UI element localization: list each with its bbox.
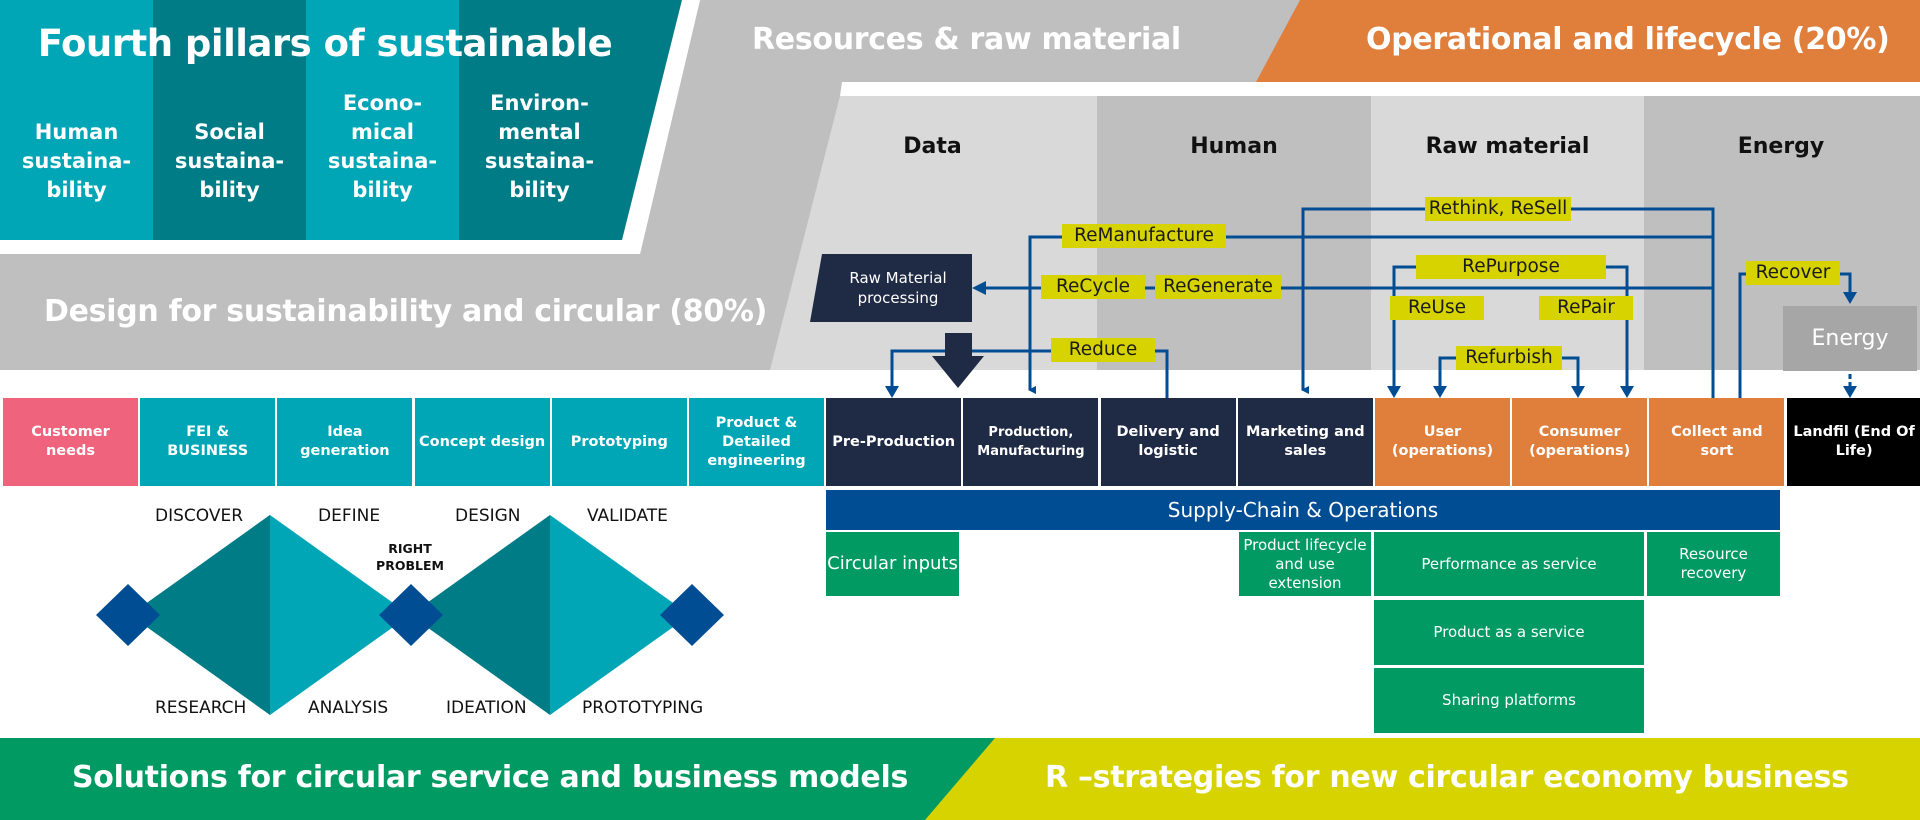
arrowhead <box>1571 386 1585 398</box>
process-step: Landfil (End Of Life) <box>1786 398 1920 486</box>
rtag-regenerate: ReGenerate <box>1155 275 1281 299</box>
milestone-start-icon <box>96 584 160 646</box>
down-arrow-icon <box>932 333 984 388</box>
process-step: Pre-Production <box>826 398 962 486</box>
dd-label-design: DESIGN <box>455 506 521 526</box>
process-step: Marketing and sales <box>1237 398 1373 486</box>
arrowhead <box>885 386 899 398</box>
business-model-circular-inputs: Circular inputs <box>826 532 959 596</box>
dd-label-analysis: ANALYSIS <box>308 698 389 718</box>
process-step: Delivery and logistic <box>1100 398 1236 486</box>
rtag-reduce: Reduce <box>1051 338 1155 362</box>
arrowhead <box>1387 386 1401 398</box>
connector-recover <box>1738 272 1852 398</box>
rtag-repurpose: RePurpose <box>1416 255 1606 279</box>
rtag-recover: Recover <box>1746 261 1840 285</box>
rstrategies-band-title: R –strategies for new circular economy b… <box>1045 760 1849 795</box>
rtag-remanufacture: ReManufacture <box>1062 224 1226 248</box>
milestone-right-problem-icon <box>379 584 443 646</box>
dd-label-validate: VALIDATE <box>587 506 668 526</box>
business-model-performance-as-service: Performance as service <box>1374 532 1644 596</box>
dd-label-research: RESEARCH <box>155 698 247 718</box>
dd-label-ideation: IDEATION <box>446 698 527 718</box>
rtag-recycle: ReCycle <box>1041 275 1145 299</box>
business-model-sharing-platforms: Sharing platforms <box>1374 668 1644 733</box>
connector-repurpose <box>1392 265 1629 390</box>
dd-label-prototyping: PROTOTYPING <box>582 698 704 718</box>
business-model-product-as-service: Product as a service <box>1374 600 1644 665</box>
rtag-repair: RePair <box>1539 296 1633 320</box>
rtag-rethink-resell: Rethink, ReSell <box>1425 197 1571 221</box>
business-model-resource-recovery: Resource recovery <box>1647 532 1780 596</box>
process-step: Consumer (operations) <box>1512 398 1648 486</box>
arrowhead <box>1433 386 1447 398</box>
process-step: Production, Manufacturing <box>963 398 1099 486</box>
supply-chain-bar: Supply-Chain & Operations <box>826 490 1780 530</box>
milestone-end-icon <box>660 584 724 646</box>
arrowhead <box>1843 292 1857 304</box>
double-diamond <box>96 515 724 715</box>
process-step: User (operations) <box>1375 398 1510 486</box>
arrowhead <box>1620 386 1634 398</box>
dd-label-discover: DISCOVER <box>155 506 244 526</box>
right-problem-label: RIGHT PROBLEM <box>376 541 444 573</box>
rtag-refurbish: Refurbish <box>1456 346 1562 370</box>
dd-label-define: DEFINE <box>318 506 381 526</box>
process-step: Collect and sort <box>1649 398 1785 486</box>
business-model-product-lifecycle: Product lifecycle and use extension <box>1239 532 1371 596</box>
arrowhead <box>972 281 986 295</box>
arrowhead <box>1843 386 1857 398</box>
solutions-band-title: Solutions for circular service and busin… <box>72 760 909 795</box>
rtag-reuse: ReUse <box>1390 296 1484 320</box>
